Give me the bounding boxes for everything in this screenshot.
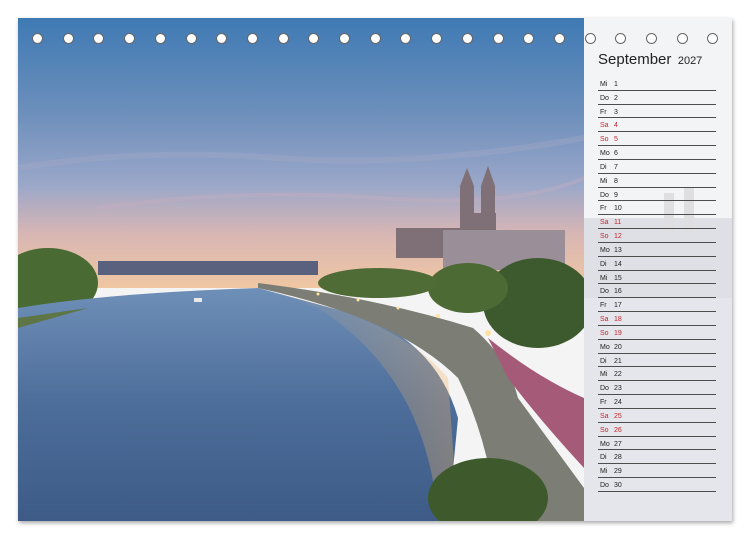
day-row: Do 30: [598, 478, 716, 492]
weekday-label: Di: [600, 163, 607, 171]
day-row: Do 23: [598, 381, 716, 396]
weekday-label: Do: [600, 482, 609, 490]
day-number: 24: [614, 399, 622, 407]
day-row: Di 28: [598, 450, 716, 465]
day-row: Mo 20: [598, 340, 716, 354]
day-row: Di 14: [598, 257, 716, 271]
day-number: 14: [614, 260, 622, 268]
photo-illustration: [18, 18, 584, 521]
day-row: Sa 4: [598, 118, 716, 133]
day-row: Sa 25: [598, 409, 716, 423]
day-row: Mi 1: [598, 77, 716, 91]
weekday-label: Do: [600, 385, 609, 393]
weekday-label: Do: [600, 288, 609, 296]
weekday-label: Sa: [600, 219, 609, 227]
day-row: Mi 22: [598, 367, 716, 382]
weekday-label: Mo: [600, 246, 610, 254]
day-row: Mo 13: [598, 243, 716, 257]
weekday-label: Fr: [600, 302, 607, 310]
day-number: 25: [614, 412, 622, 420]
day-number: 6: [614, 150, 618, 158]
month-title: September 2027: [598, 51, 702, 69]
day-number: 17: [614, 302, 622, 310]
weekday-label: Fr: [600, 399, 607, 407]
day-row: Do 9: [598, 188, 716, 202]
day-row: Fr 3: [598, 105, 716, 119]
day-number: 21: [614, 357, 622, 365]
weekday-label: Sa: [600, 316, 609, 324]
day-number: 26: [614, 426, 622, 434]
day-number: 12: [614, 233, 622, 241]
weekday-label: Mi: [600, 81, 608, 88]
day-number: 5: [614, 136, 618, 144]
day-number: 15: [614, 274, 622, 282]
day-row: Mo 6: [598, 146, 716, 160]
day-row: Mi 15: [598, 271, 716, 285]
weekday-label: Di: [600, 357, 607, 365]
day-row: Di 21: [598, 354, 716, 368]
day-row: So 12: [598, 229, 716, 243]
day-row: So 5: [598, 132, 716, 147]
day-row: So 19: [598, 326, 716, 340]
weekday-label: Do: [600, 94, 609, 102]
weekday-label: Mi: [600, 274, 608, 282]
day-row: Sa 18: [598, 312, 716, 326]
day-number: 16: [614, 288, 622, 296]
day-number: 18: [614, 316, 622, 324]
day-number: 11: [614, 219, 622, 227]
weekday-label: So: [600, 233, 609, 241]
day-row: Mi 29: [598, 464, 716, 479]
weekday-label: Mi: [600, 371, 608, 379]
weekday-label: Sa: [600, 122, 609, 130]
day-number: 4: [614, 122, 618, 130]
weekday-label: Mi: [600, 468, 608, 476]
weekday-label: Mo: [600, 150, 610, 158]
day-number: 19: [614, 329, 622, 337]
weekday-label: Mo: [600, 440, 610, 448]
day-row: Do 2: [598, 91, 716, 105]
day-number: 10: [614, 205, 622, 213]
weekday-label: Di: [600, 260, 607, 268]
day-number: 7: [614, 163, 618, 171]
weekday-label: Fr: [600, 205, 607, 213]
day-number: 28: [614, 454, 622, 462]
day-number: 23: [614, 385, 622, 393]
day-row: Di 7: [598, 160, 716, 174]
weekday-label: So: [600, 136, 609, 144]
day-number: 9: [614, 191, 618, 199]
day-row: Fr 24: [598, 395, 716, 409]
day-number: 22: [614, 371, 622, 379]
day-number: 1: [614, 81, 618, 88]
day-number: 8: [614, 177, 618, 185]
weekday-label: So: [600, 426, 609, 434]
day-number: 2: [614, 94, 618, 102]
day-row: So 26: [598, 423, 716, 437]
day-list: Mi 1 Do 2 Fr 3 Sa 4 So 5 Mo 6 Di 7 Mi 8 Do 9 Fr 10 Sa 11 So 12 M…: [598, 77, 716, 492]
day-number: 29: [614, 468, 622, 476]
weekday-label: Sa: [600, 412, 609, 420]
weekday-label: So: [600, 329, 609, 337]
day-number: 20: [614, 343, 622, 351]
calendar-page: September 2027 Mi 1 Do 2 Fr 3 Sa 4 So 5 Mo 6 Di 7 Mi 8 D…: [18, 18, 732, 521]
day-row: Fr 17: [598, 298, 716, 313]
day-number: 30: [614, 482, 622, 490]
weekday-label: Fr: [600, 108, 607, 116]
weekday-label: Do: [600, 191, 609, 199]
calendar-panel: September 2027 Mi 1 Do 2 Fr 3 Sa 4 So 5 Mo 6 Di 7 Mi 8 D…: [584, 18, 732, 521]
weekday-label: Mo: [600, 343, 610, 351]
day-row: Mo 27: [598, 437, 716, 451]
day-number: 13: [614, 246, 622, 254]
day-row: Do 16: [598, 284, 716, 299]
weekday-label: Di: [600, 454, 607, 462]
river-city-photo: [18, 18, 584, 521]
weekday-label: Mi: [600, 177, 608, 185]
day-row: Fr 10: [598, 201, 716, 216]
day-row: Sa 11: [598, 215, 716, 230]
day-number: 27: [614, 440, 622, 448]
year-label: 2027: [677, 55, 703, 67]
month-name: September: [598, 51, 672, 68]
day-number: 3: [614, 108, 618, 116]
day-row: Mi 8: [598, 174, 716, 188]
